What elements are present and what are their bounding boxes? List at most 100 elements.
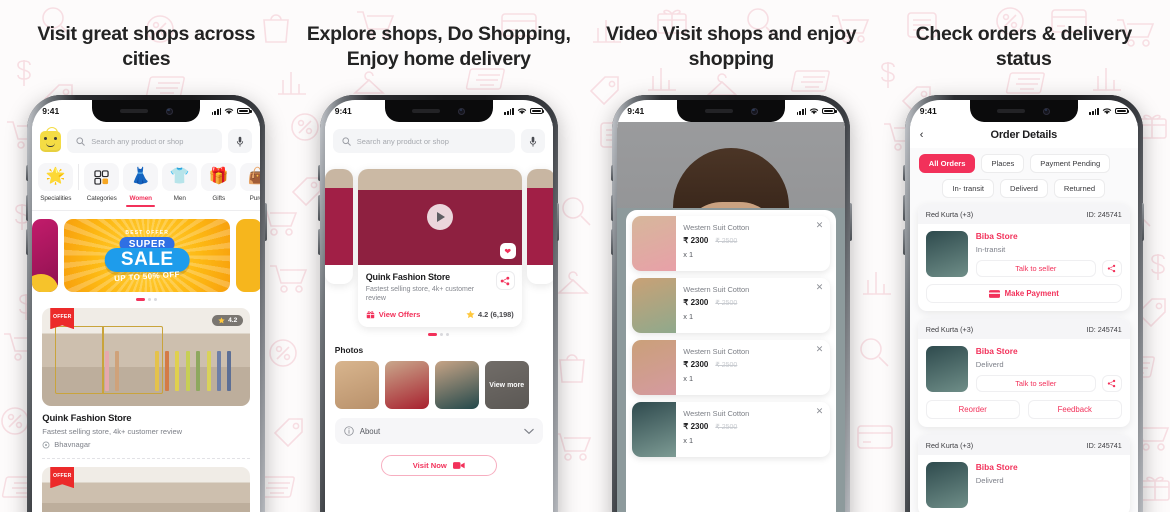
search-input[interactable]: Search any product or shop	[332, 129, 515, 153]
cart-item[interactable]: Western Suit Cotton ₹ 2300 ₹ 2500 x 1 ✕	[632, 216, 831, 271]
photos-grid: View more	[325, 355, 553, 410]
filter-chip-returned[interactable]: Returned	[1053, 179, 1106, 198]
store-card-prev[interactable]	[324, 169, 353, 284]
status-time: 9:41	[42, 106, 60, 116]
make-payment-button[interactable]: Make Payment	[925, 284, 1122, 303]
close-icon[interactable]: ✕	[816, 407, 824, 416]
cart-item[interactable]: Western Suit Cotton ₹ 2300 ₹ 2500 x 1 ✕	[632, 340, 831, 395]
phone-button-mute	[610, 165, 613, 181]
product-price-row: ₹ 2300 ₹ 2500	[683, 236, 826, 245]
rating-badge: 4.2	[212, 315, 244, 327]
handbag-icon: 👜	[240, 163, 261, 191]
close-icon[interactable]: ✕	[816, 283, 824, 292]
photo-thumbnail[interactable]	[434, 361, 479, 410]
share-icon[interactable]	[1101, 260, 1122, 277]
store-card-quink[interactable]: ❤ Quink Fashion Store Fastest selling st…	[357, 169, 522, 327]
status-indicators	[211, 107, 252, 115]
store-carousel-dots[interactable]	[325, 327, 553, 343]
banner-dots[interactable]	[32, 292, 260, 308]
visit-now-button[interactable]: Visit Now	[380, 455, 497, 477]
card-icon	[988, 289, 1000, 298]
chevron-down-icon[interactable]	[524, 428, 534, 435]
category-item-men[interactable]: 👕 Men	[162, 163, 198, 202]
grid-icon	[84, 163, 120, 191]
video-cart-list[interactable]: Western Suit Cotton ₹ 2300 ₹ 2500 x 1 ✕	[626, 210, 837, 512]
panel-store: Explore shops, Do Shopping, Enjoy home d…	[293, 0, 586, 512]
close-icon[interactable]: ✕	[816, 345, 824, 354]
product-price-row: ₹ 2300 ₹ 2500	[683, 298, 826, 307]
filter-chip-payment-pending[interactable]: Payment Pending	[1030, 154, 1111, 173]
home-search-row: Search any product or shop	[32, 122, 261, 161]
status-indicators	[1089, 107, 1130, 115]
shop-name: Quink Fashion Store	[42, 413, 132, 425]
close-icon[interactable]: ✕	[816, 221, 824, 230]
search-input[interactable]: Search any product or shop	[67, 129, 223, 153]
cart-item[interactable]: Western Suit Cotton ₹ 2300 ₹ 2500 x 1 ✕	[632, 278, 831, 333]
phone-notch	[677, 100, 786, 122]
product-thumbnail	[632, 340, 677, 395]
order-status: Deliverd	[975, 360, 1004, 369]
banner-next[interactable]	[236, 219, 261, 292]
category-item-gifts[interactable]: 🎁 Gifts	[201, 163, 237, 202]
next-shop-photo[interactable]: OFFER	[42, 467, 251, 512]
category-item-categories[interactable]: Categories	[84, 163, 120, 202]
store-video-thumb[interactable]: ❤	[357, 169, 522, 265]
feedback-button[interactable]: Feedback	[1027, 400, 1122, 419]
make-payment-label: Make Payment	[1004, 289, 1059, 298]
category-item-purce[interactable]: 👜 Purce	[240, 163, 261, 202]
banner-sale[interactable]: BEST OFFER SUPER SALE UP TO 50% OFF	[64, 219, 231, 292]
order-card[interactable]: Red Kurta (+3) ID: 245741 Biba Store Del…	[917, 435, 1130, 512]
product-old-price: ₹ 2500	[715, 424, 738, 431]
order-thumbnail	[925, 346, 968, 392]
cart-item-info: Western Suit Cotton ₹ 2300 ₹ 2500 x 1	[683, 216, 830, 271]
order-card[interactable]: Red Kurta (+3) ID: 245741 Biba Store In-…	[917, 204, 1130, 311]
view-offers-button[interactable]: View Offers	[366, 309, 421, 319]
product-price: ₹ 2300	[683, 236, 709, 245]
photo-view-more-button[interactable]: View more	[484, 361, 529, 410]
heart-icon[interactable]: ❤	[499, 243, 516, 259]
home-app-content: Search any product or shop 🌟 Specialitie…	[32, 122, 261, 512]
shop-card-quink[interactable]: OFFER 4.2 Quink Fashion Store Fastest se…	[32, 308, 260, 512]
front-camera-icon	[165, 107, 173, 115]
cart-item-info: Western Suit Cotton ₹ 2300 ₹ 2500 x 1	[683, 278, 830, 333]
filter-chip-delivered[interactable]: Deliverd	[1000, 179, 1048, 198]
about-label: About	[359, 426, 381, 436]
cart-item[interactable]: Western Suit Cotton ₹ 2300 ₹ 2500 x 1 ✕	[632, 402, 831, 457]
store-carousel[interactable]: ❤ Quink Fashion Store Fastest selling st…	[324, 161, 553, 327]
filter-chip-in-transit[interactable]: In- transit	[942, 179, 995, 198]
order-card[interactable]: Red Kurta (+3) ID: 245741 Biba Store Del…	[917, 319, 1130, 427]
rating-value: 4.2	[228, 317, 238, 325]
photos-section-title: Photos	[334, 345, 364, 356]
reorder-button[interactable]: Reorder	[925, 400, 1020, 419]
microphone-icon[interactable]	[520, 129, 545, 153]
banner-sale-text: SALE	[104, 248, 190, 272]
banner-prev[interactable]	[32, 219, 59, 292]
share-icon[interactable]	[1101, 375, 1122, 392]
view-offers-label: View Offers	[378, 309, 421, 319]
filter-chip-places[interactable]: Places	[981, 154, 1025, 173]
talk-to-seller-button[interactable]: Talk to seller	[975, 260, 1096, 277]
product-old-price: ₹ 2500	[715, 238, 738, 245]
phone-notch	[969, 100, 1078, 122]
front-camera-icon	[1043, 107, 1051, 115]
filter-chip-all-orders[interactable]: All Orders	[918, 154, 976, 173]
talk-to-seller-button[interactable]: Talk to seller	[975, 375, 1096, 392]
play-icon[interactable]	[426, 204, 453, 230]
category-item-specialities[interactable]: 🌟 Specialities	[38, 163, 74, 202]
chevron-left-icon[interactable]: ‹	[920, 129, 924, 141]
order-card-header: Red Kurta (+3) ID: 245741	[917, 435, 1130, 455]
store-card-next[interactable]	[526, 169, 553, 284]
phone-button-mute	[25, 165, 28, 181]
category-label: Gifts	[212, 195, 226, 202]
about-accordion[interactable]: About	[334, 418, 543, 445]
order-card-body: Biba Store Deliverd	[918, 455, 1130, 512]
share-icon[interactable]	[495, 271, 515, 290]
category-item-women[interactable]: 👗 Women	[123, 163, 159, 208]
photo-thumbnail[interactable]	[384, 361, 429, 410]
info-icon	[344, 426, 354, 436]
panel-orders: Check orders & delivery status 9:41 ‹ Or…	[878, 0, 1170, 512]
orders-app-content: ‹ Order Details All Orders Places Paymen…	[909, 122, 1138, 512]
photo-thumbnail[interactable]	[334, 361, 379, 410]
microphone-icon[interactable]	[228, 129, 253, 153]
banner-carousel[interactable]: BEST OFFER SUPER SALE UP TO 50% OFF	[32, 211, 261, 292]
